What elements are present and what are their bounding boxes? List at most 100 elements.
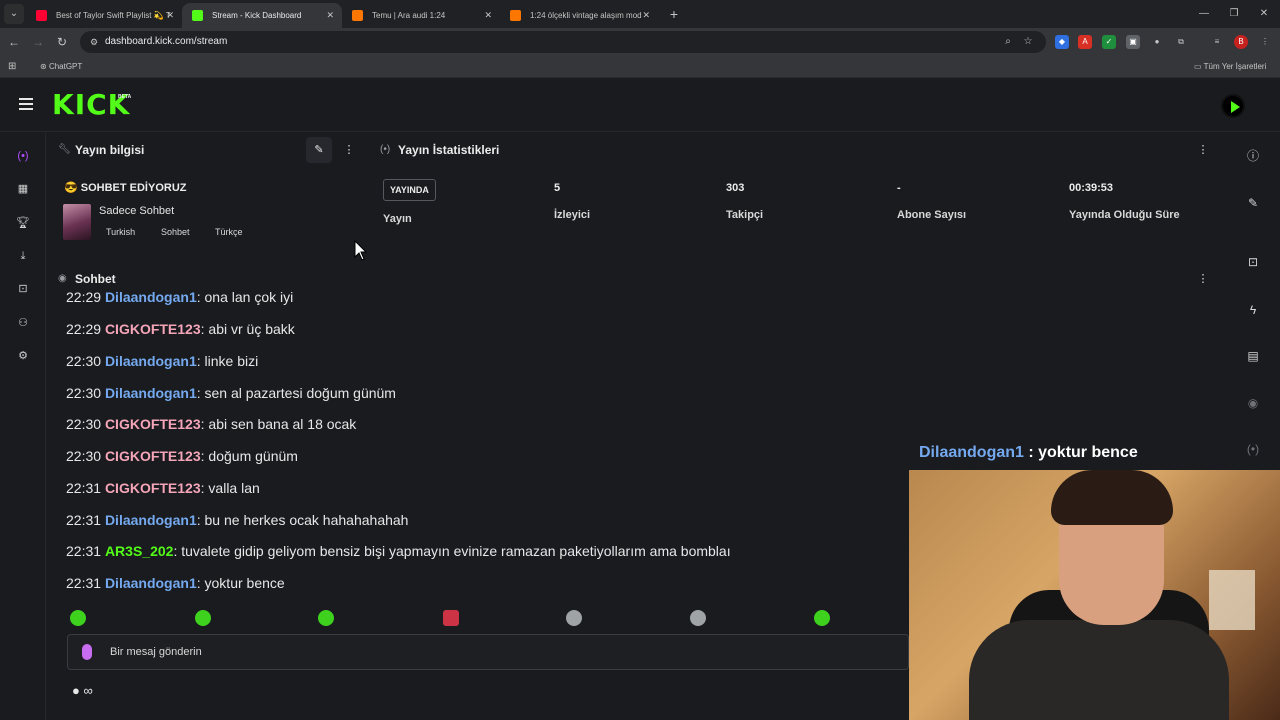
tab-list-icon[interactable]: ≡ bbox=[1210, 35, 1224, 49]
emote-button[interactable] bbox=[443, 610, 459, 626]
stream-icon[interactable]: (•) bbox=[13, 146, 33, 166]
broadcast-icon[interactable]: (•) bbox=[1242, 438, 1264, 460]
chat-input-placeholder: Bir mesaj gönderin bbox=[110, 646, 202, 658]
forward-button[interactable]: → bbox=[28, 32, 48, 52]
tab-title: Best of Taylor Swift Playlist 💫 T bbox=[56, 11, 171, 20]
analytics-icon[interactable]: ▦ bbox=[13, 179, 33, 199]
chat-username[interactable]: Dilaandogan1 bbox=[105, 353, 197, 369]
tab-taylor-swift[interactable]: Best of Taylor Swift Playlist 💫 T ✕ bbox=[26, 3, 182, 28]
follower-count: 303 bbox=[726, 182, 745, 194]
trophy-icon[interactable]: 🏆︎ bbox=[13, 213, 33, 233]
emote-button[interactable] bbox=[318, 610, 334, 626]
emote-button[interactable] bbox=[70, 610, 86, 626]
chat-icon[interactable]: ◉ bbox=[1242, 392, 1264, 414]
reload-button[interactable]: ↻ bbox=[52, 32, 72, 52]
chat-more-button[interactable]: ⋮ bbox=[1190, 266, 1216, 292]
mic-icon[interactable] bbox=[82, 644, 92, 660]
tab-kick-dashboard[interactable]: Stream - Kick Dashboard ✕ bbox=[182, 3, 342, 28]
kick-icon bbox=[192, 10, 203, 21]
chat-message: 22:31 CIGKOFTE123: valla lan bbox=[66, 480, 260, 496]
edit-icon[interactable]: ✎ bbox=[1242, 192, 1264, 214]
live-play-button[interactable] bbox=[1221, 94, 1245, 118]
puzzle-icon[interactable]: ⧉ bbox=[1174, 35, 1188, 49]
chat-message: 22:30 Dilaandogan1: sen al pazartesi doğ… bbox=[66, 385, 396, 401]
address-bar[interactable]: ⚙ dashboard.kick.com/stream ⌕ ☆ bbox=[80, 31, 1046, 53]
chat-username[interactable]: Dilaandogan1 bbox=[105, 289, 197, 305]
emote-button[interactable] bbox=[566, 610, 582, 626]
chat-message: 22:30 CIGKOFTE123: abi sen bana al 18 oc… bbox=[66, 416, 357, 432]
more-menu-icon[interactable]: ⋮ bbox=[1258, 35, 1272, 49]
zoom-icon[interactable]: ⌕ bbox=[1000, 31, 1016, 53]
subscriber-count: - bbox=[897, 182, 901, 194]
bookmark-star-icon[interactable]: ☆ bbox=[1020, 31, 1036, 53]
extension-icon[interactable]: ▣ bbox=[1126, 35, 1140, 49]
tag[interactable]: Turkish bbox=[106, 227, 135, 237]
tab-temu-product[interactable]: 1:24 ölçekli vintage alaşım mod ✕ bbox=[500, 3, 658, 28]
bookmark-label: ChatGPT bbox=[48, 62, 83, 71]
chat-username[interactable]: Dilaandogan1 bbox=[105, 385, 197, 401]
stream-stats-title: Yayın İstatistikleri bbox=[398, 143, 500, 157]
extension-icon[interactable]: ◆ bbox=[1055, 35, 1069, 49]
webcam-background bbox=[1209, 570, 1255, 630]
stream-info-title: Yayın bilgisi bbox=[75, 143, 145, 157]
back-button[interactable]: ← bbox=[4, 32, 24, 52]
emote-button[interactable] bbox=[195, 610, 211, 626]
restore-button[interactable]: ❐ bbox=[1218, 0, 1250, 28]
viewer-label: İzleyici bbox=[554, 209, 591, 221]
download-icon[interactable]: ⤓ bbox=[13, 246, 33, 266]
stream-info-more-button[interactable]: ⋮ bbox=[336, 137, 362, 163]
uptime-value: 00:39:53 bbox=[1069, 182, 1114, 194]
broadcast-icon: (•) bbox=[380, 144, 391, 155]
minimize-button[interactable]: — bbox=[1188, 0, 1220, 28]
focus-icon[interactable]: ⊡ bbox=[1242, 251, 1264, 273]
chat-message-list: 22:29 Dilaandogan1: ona lan çok iyi 22:2… bbox=[66, 286, 906, 604]
points-icon: ● bbox=[72, 683, 80, 698]
chat-icon: ◉ bbox=[58, 273, 67, 284]
menu-icon[interactable] bbox=[16, 95, 36, 115]
focus-icon[interactable]: ⊡ bbox=[13, 279, 33, 299]
site-info-icon[interactable]: ⚙ bbox=[88, 36, 100, 48]
bookmark-chatgpt[interactable]: ⊛ ChatGPT bbox=[40, 56, 82, 77]
pdf-extension-icon[interactable]: A bbox=[1078, 35, 1092, 49]
category-name[interactable]: Sadece Sohbet bbox=[99, 205, 174, 217]
emote-button[interactable] bbox=[690, 610, 706, 626]
chat-username[interactable]: Dilaandogan1 bbox=[105, 512, 197, 528]
profile-avatar[interactable]: B bbox=[1234, 35, 1248, 49]
tab-search-button[interactable]: ⌄ bbox=[4, 4, 24, 24]
chat-message-input[interactable]: Bir mesaj gönderin bbox=[67, 634, 909, 670]
info-icon[interactable]: ⓘ bbox=[1242, 145, 1264, 167]
all-bookmarks[interactable]: ▭ Tüm Yer İşaretleri bbox=[1194, 56, 1266, 77]
tag[interactable]: Sohbet bbox=[161, 227, 190, 237]
chat-username[interactable]: Dilaandogan1 bbox=[105, 575, 197, 591]
window-close-button[interactable]: ✕ bbox=[1248, 0, 1280, 28]
users-icon[interactable]: ⚇ bbox=[13, 313, 33, 333]
shield-extension-icon[interactable]: ✓ bbox=[1102, 35, 1116, 49]
edit-stream-button[interactable]: ✎ bbox=[306, 137, 332, 163]
chat-username[interactable]: CIGKOFTE123 bbox=[105, 448, 201, 464]
emote-button[interactable] bbox=[814, 610, 830, 626]
extension-icon[interactable]: ● bbox=[1150, 35, 1164, 49]
settings-icon[interactable]: ⚙ bbox=[13, 346, 33, 366]
close-icon[interactable]: ✕ bbox=[484, 3, 492, 28]
chat-username[interactable]: CIGKOFTE123 bbox=[105, 321, 201, 337]
temu-icon bbox=[510, 10, 521, 21]
channel-points[interactable]: ● ∞ bbox=[72, 683, 93, 698]
apps-icon[interactable]: ⊞ bbox=[8, 56, 16, 77]
chat-message: 22:29 CIGKOFTE123: abi vr üç bakk bbox=[66, 321, 295, 337]
stats-more-button[interactable]: ⋮ bbox=[1190, 137, 1216, 163]
chat-message: 22:31 Dilaandogan1: yoktur bence bbox=[66, 575, 285, 591]
chat-username[interactable]: AR3S_202 bbox=[105, 543, 174, 559]
chat-username[interactable]: CIGKOFTE123 bbox=[105, 416, 201, 432]
close-icon[interactable]: ✕ bbox=[166, 3, 174, 28]
tab-temu-search[interactable]: Temu | Ara audi 1:24 ✕ bbox=[342, 3, 500, 28]
app-header: KICK BETA bbox=[0, 78, 1280, 132]
bookmark-label: Tüm Yer İşaretleri bbox=[1203, 62, 1267, 71]
close-icon[interactable]: ✕ bbox=[642, 3, 650, 28]
close-icon[interactable]: ✕ bbox=[326, 3, 334, 28]
new-tab-button[interactable]: + bbox=[664, 4, 684, 24]
chat-message: 22:30 Dilaandogan1: linke bizi bbox=[66, 353, 259, 369]
tag[interactable]: Türkçe bbox=[215, 227, 243, 237]
chat-username[interactable]: CIGKOFTE123 bbox=[105, 480, 201, 496]
notes-icon[interactable]: ▤ bbox=[1242, 345, 1264, 367]
lightning-icon[interactable]: ϟ bbox=[1242, 299, 1264, 321]
